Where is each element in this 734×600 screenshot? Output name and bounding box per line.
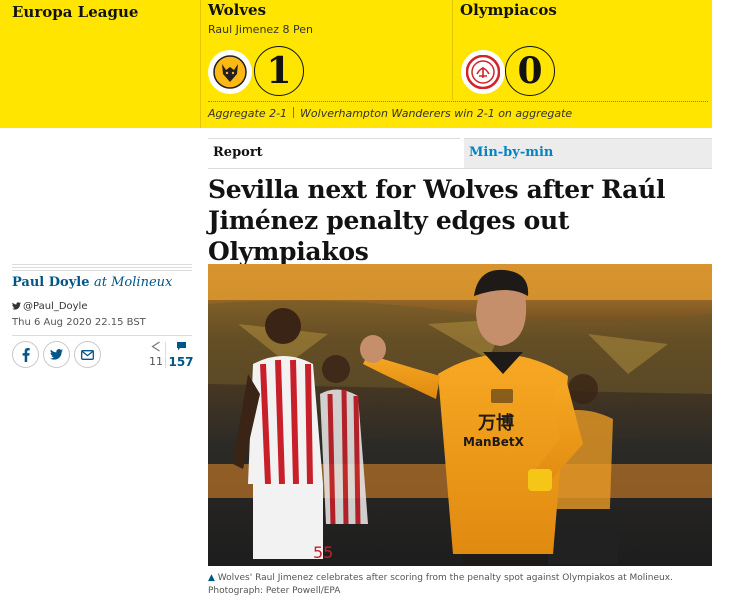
wolves-crest-icon — [208, 50, 252, 94]
caption-credit: Photograph: Peter Powell/EPA — [208, 586, 341, 596]
shirt-sponsor: ManBetX — [463, 435, 525, 449]
match-photo: 55 万博 ManBetX — [208, 264, 712, 566]
competition-title[interactable]: Europa League — [12, 3, 138, 21]
comment-count-value: 157 — [168, 355, 194, 369]
aggregate-score: Aggregate 2-1 — [208, 107, 288, 120]
tab-report[interactable]: Report — [208, 138, 460, 169]
twitter-share-button[interactable] — [43, 341, 70, 368]
caption-text: Wolves' Raul Jimenez celebrates after sc… — [217, 573, 673, 583]
caption-triangle-icon: ▲ — [208, 573, 215, 583]
share-count-value: 11 — [149, 355, 163, 368]
shirt-chinese-sponsor: 万博 — [477, 412, 514, 434]
twitter-icon — [50, 349, 63, 360]
email-share-button[interactable] — [74, 341, 101, 368]
home-scorers: Raul Jimenez 8 Pen — [208, 23, 313, 36]
article-tabs: Report Min-by-min — [208, 138, 712, 169]
twitter-handle[interactable]: @Paul_Doyle — [12, 301, 88, 312]
author-location: at Molineux — [94, 275, 173, 290]
aggregate-summary: Wolverhampton Wanderers win 2-1 on aggre… — [300, 107, 573, 120]
home-team-name: Wolves — [208, 1, 267, 19]
away-score: 0 — [505, 46, 555, 96]
aggregate-separator — [293, 107, 295, 118]
twitter-bird-icon — [12, 302, 21, 310]
away-team-name: Olympiacos — [460, 1, 557, 19]
article-main-image[interactable]: 55 万博 ManBetX — [208, 264, 712, 566]
publish-date: Thu 6 Aug 2020 22.15 BST — [12, 317, 146, 328]
facebook-share-button[interactable] — [12, 341, 39, 368]
comment-icon — [176, 342, 186, 351]
facebook-icon — [22, 347, 30, 362]
email-icon — [81, 349, 94, 360]
article-headline: Sevilla next for Wolves after Raúl Jimén… — [208, 175, 666, 266]
teams-divider — [452, 0, 453, 100]
home-score: 1 — [254, 46, 304, 96]
shirt-number: 55 — [313, 543, 333, 562]
olympiacos-crest-icon — [461, 50, 505, 94]
share-rule — [12, 335, 192, 336]
byline-rule — [12, 264, 192, 272]
author-name[interactable]: Paul Doyle — [12, 275, 89, 290]
header-divider — [200, 0, 201, 128]
share-comment-divider — [165, 342, 166, 368]
comment-count[interactable]: 157 — [168, 341, 194, 369]
aggregate-bar: Aggregate 2-1 Wolverhampton Wanderers win… — [208, 107, 572, 120]
byline: Paul Doyle at Molineux — [12, 275, 172, 290]
aggregate-divider — [208, 101, 708, 102]
image-caption: ▲ Wolves' Raul Jimenez celebrates after … — [208, 572, 712, 598]
share-count[interactable]: 11 — [148, 341, 164, 368]
share-icon — [151, 341, 160, 352]
tab-min-by-min[interactable]: Min-by-min — [464, 138, 712, 169]
tabs-underline — [208, 168, 712, 169]
twitter-handle-text: @Paul_Doyle — [23, 301, 88, 312]
